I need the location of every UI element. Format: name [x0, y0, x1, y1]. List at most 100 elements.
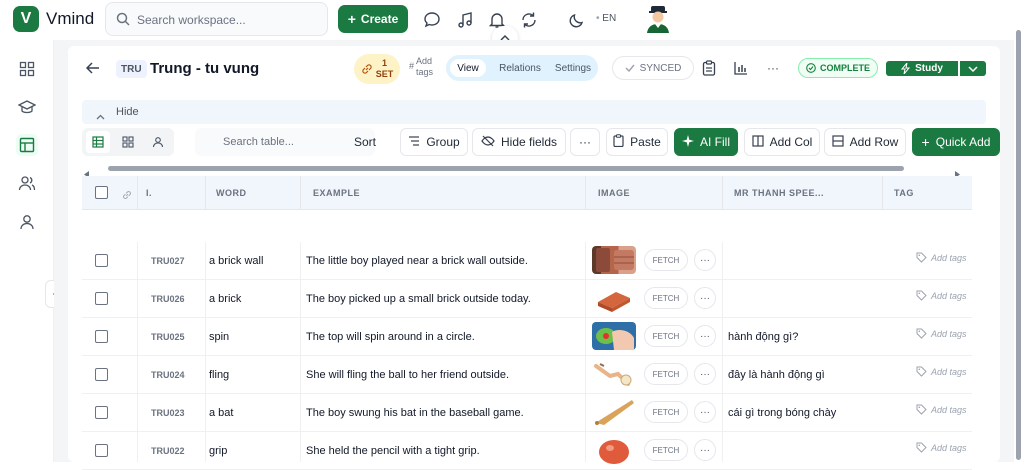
create-button[interactable]: + Create: [338, 5, 408, 33]
fetch-button[interactable]: FETCH: [644, 363, 688, 385]
paste-button[interactable]: Paste: [606, 128, 668, 156]
add-tags-cell[interactable]: Add tags: [916, 404, 967, 415]
row-example[interactable]: She held the pencil with a tight grip.: [306, 445, 480, 457]
table-row[interactable]: TRU023 a bat The boy swung his bat in th…: [82, 394, 972, 432]
grip-image[interactable]: [592, 436, 636, 464]
row-example[interactable]: The boy picked up a small brick outside …: [306, 293, 531, 305]
row-more-button[interactable]: ···: [694, 287, 716, 309]
add-tags-cell[interactable]: Add tags: [916, 252, 967, 263]
row-word[interactable]: spin: [209, 331, 229, 343]
row-example[interactable]: The boy swung his bat in the baseball ga…: [306, 407, 524, 419]
avatar[interactable]: [645, 5, 671, 33]
row-checkbox[interactable]: [95, 292, 108, 305]
column-header-mr-thanh-speech[interactable]: MR THANH SPEE...: [734, 188, 824, 198]
row-checkbox[interactable]: [95, 254, 108, 267]
more-options-icon[interactable]: ···: [764, 59, 782, 77]
row-more-button[interactable]: ···: [694, 363, 716, 385]
brick-wall-image[interactable]: [592, 246, 636, 274]
study-button[interactable]: Study: [886, 61, 958, 76]
add-tags-cell[interactable]: Add tags: [916, 328, 967, 339]
ai-fill-button[interactable]: AI Fill: [674, 128, 738, 156]
back-button[interactable]: [85, 61, 100, 79]
page-title[interactable]: Trung - tu vung: [150, 60, 259, 77]
row-checkbox[interactable]: [95, 330, 108, 343]
row-word[interactable]: fling: [209, 369, 229, 381]
page-scrollbar-thumb[interactable]: [1016, 30, 1021, 460]
table-row[interactable]: TRU024 fling She will fling the ball to …: [82, 356, 972, 394]
row-note[interactable]: cái gì trong bóng chày: [728, 407, 836, 419]
table-search-input[interactable]: Search table...: [195, 128, 375, 156]
sidebar-item-tables[interactable]: [16, 134, 38, 156]
page-scrollbar[interactable]: [1014, 24, 1022, 462]
row-checkbox[interactable]: [95, 406, 108, 419]
select-all-checkbox[interactable]: [95, 186, 108, 199]
column-header-id[interactable]: I.: [146, 188, 152, 198]
add-tags-cell[interactable]: Add tags: [916, 290, 967, 301]
spin-image[interactable]: [592, 322, 636, 350]
fetch-button[interactable]: FETCH: [644, 439, 688, 461]
fetch-button[interactable]: FETCH: [644, 287, 688, 309]
row-example[interactable]: The little boy played near a brick wall …: [306, 255, 528, 267]
logo-icon[interactable]: V: [13, 6, 39, 32]
column-header-example[interactable]: EXAMPLE: [313, 188, 360, 198]
scrollbar-thumb[interactable]: [108, 166, 904, 171]
row-word[interactable]: grip: [209, 445, 227, 457]
sidebar-item-learn[interactable]: [16, 96, 38, 118]
group-button[interactable]: Group: [400, 128, 468, 156]
bar-chart-icon[interactable]: [732, 59, 750, 77]
row-checkbox[interactable]: [95, 368, 108, 381]
add-tags-cell[interactable]: Add tags: [916, 366, 967, 377]
add-tags-button[interactable]: # Add tags: [409, 56, 433, 78]
table-row[interactable]: TRU026 a brick The boy picked up a small…: [82, 280, 972, 318]
row-more-button[interactable]: ···: [694, 325, 716, 347]
row-word[interactable]: a brick wall: [209, 255, 263, 267]
brick-image[interactable]: [592, 284, 636, 312]
moon-icon[interactable]: [566, 9, 588, 31]
horizontal-scrollbar[interactable]: [82, 166, 986, 178]
fetch-button[interactable]: FETCH: [644, 325, 688, 347]
fling-image[interactable]: [592, 360, 636, 388]
sidebar-item-dashboard[interactable]: [16, 58, 38, 80]
row-word[interactable]: a brick: [209, 293, 241, 305]
row-note[interactable]: hành động gì?: [728, 331, 798, 343]
sidebar-item-profile[interactable]: [16, 211, 38, 233]
bat-image[interactable]: [592, 398, 636, 426]
row-example[interactable]: She will fling the ball to her friend ou…: [306, 369, 509, 381]
table-row[interactable]: TRU027 a brick wall The little boy playe…: [82, 242, 972, 280]
complete-badge[interactable]: COMPLETE: [798, 58, 878, 78]
language-switcher[interactable]: • EN: [596, 13, 616, 24]
row-more-button[interactable]: ···: [694, 249, 716, 271]
chat-icon[interactable]: [421, 9, 443, 31]
workspace-search-input[interactable]: Search workspace...: [105, 2, 328, 36]
clipboard-icon[interactable]: [700, 59, 718, 77]
study-dropdown-button[interactable]: [960, 61, 986, 76]
person-view-icon[interactable]: [146, 131, 170, 153]
quick-add-button[interactable]: + Quick Add: [912, 128, 1000, 156]
table-row[interactable]: TRU022 grip She held the pencil with a t…: [82, 432, 972, 470]
fetch-button[interactable]: FETCH: [644, 401, 688, 423]
music-icon[interactable]: [454, 9, 476, 31]
hide-fields-button[interactable]: Hide fields: [472, 128, 566, 156]
tab-relations[interactable]: Relations: [492, 59, 548, 77]
fetch-button[interactable]: FETCH: [644, 249, 688, 271]
sort-button[interactable]: Sort: [352, 128, 388, 156]
sync-icon[interactable]: [518, 9, 540, 31]
add-tags-cell[interactable]: Add tags: [916, 442, 967, 453]
tab-settings[interactable]: Settings: [550, 59, 596, 77]
row-checkbox[interactable]: [95, 444, 108, 457]
hide-bar[interactable]: Hide: [82, 100, 986, 124]
add-row-button[interactable]: Add Row: [824, 128, 906, 156]
gallery-view-icon[interactable]: [116, 131, 140, 153]
sidebar-item-community[interactable]: [16, 172, 38, 194]
column-header-tag[interactable]: TAG: [894, 188, 914, 198]
add-col-button[interactable]: Add Col: [744, 128, 820, 156]
toolbar-more-button[interactable]: ···: [570, 128, 600, 156]
tab-view[interactable]: View: [450, 59, 486, 77]
row-word[interactable]: a bat: [209, 407, 233, 419]
row-example[interactable]: The top will spin around in a circle.: [306, 331, 475, 343]
row-more-button[interactable]: ···: [694, 401, 716, 423]
column-header-image[interactable]: IMAGE: [598, 188, 630, 198]
row-note[interactable]: đây là hành động gì: [728, 369, 825, 381]
table-row[interactable]: TRU025 spin The top will spin around in …: [82, 318, 972, 356]
row-more-button[interactable]: ···: [694, 439, 716, 461]
